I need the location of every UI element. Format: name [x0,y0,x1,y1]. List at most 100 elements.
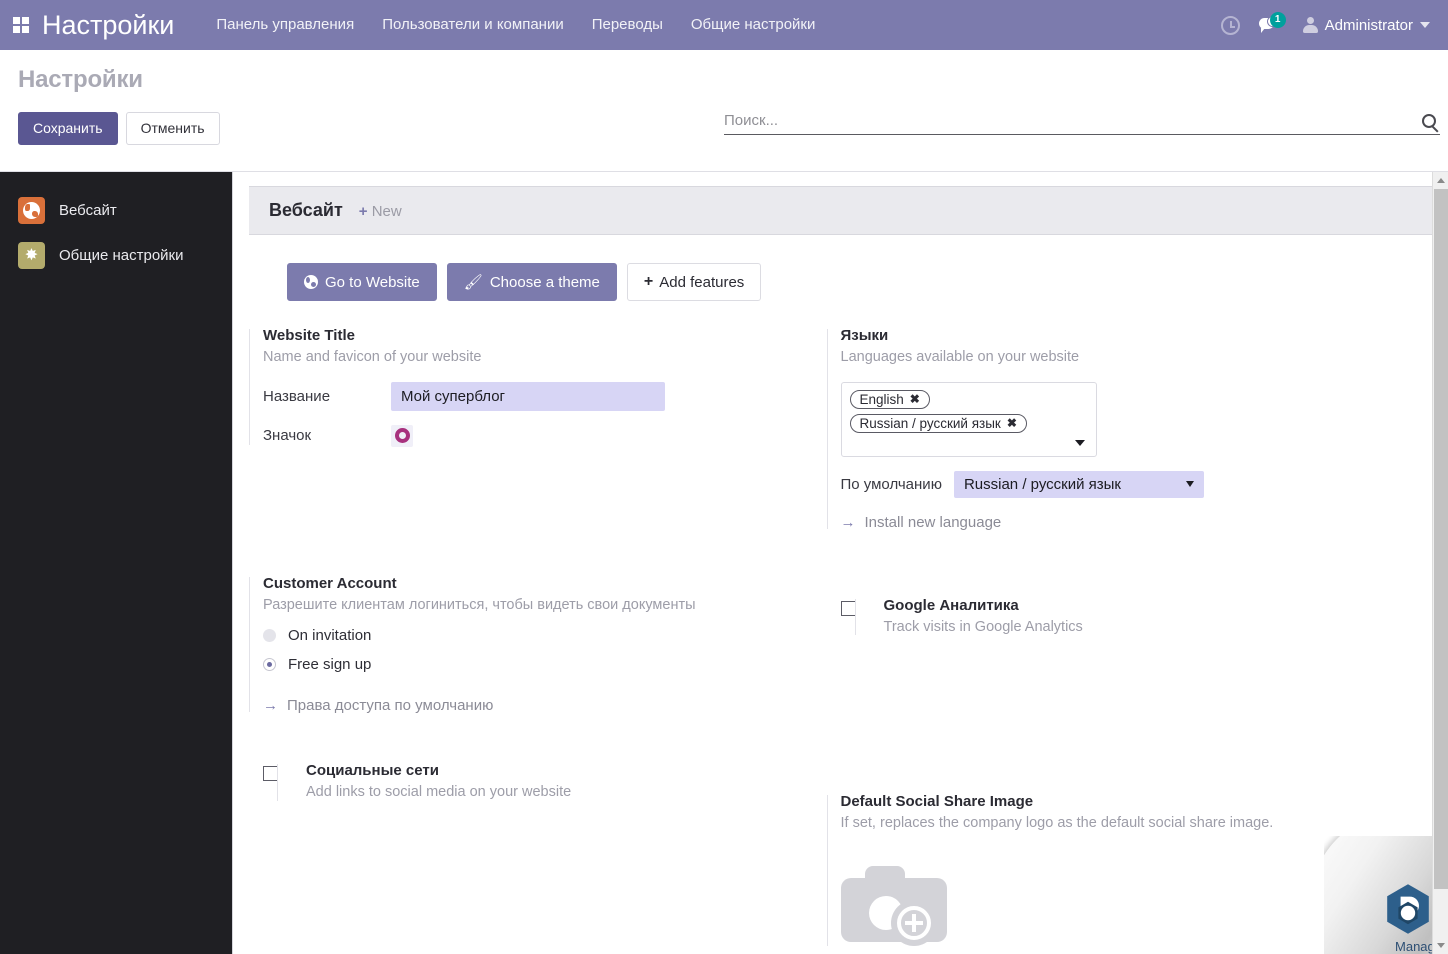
new-record-label: New [372,203,402,220]
sheet-title: Вебсайт [269,200,343,221]
block-title: Default Social Share Image [841,793,1405,810]
add-features-button[interactable]: + Add features [627,263,761,301]
website-name-label: Название [263,388,391,405]
messaging-menu-button[interactable]: 1 [1253,0,1289,50]
choose-theme-button[interactable]: 🖌 Choose a theme [447,263,617,301]
activity-menu-button[interactable] [1213,0,1249,50]
search-input[interactable] [724,112,1422,129]
website-title-block: Website Title Name and favicon of your w… [249,327,817,447]
sidebar-item-general-settings[interactable]: ✸ Общие настройки [0,233,232,278]
settings-column-right: Языки Languages available on your websit… [827,327,1405,954]
language-tag-english[interactable]: English ✖ [850,390,930,409]
social-share-image-upload[interactable] [841,860,951,948]
radio-label: On invitation [288,627,371,644]
language-tag-label: Russian / русский язык [860,416,1001,431]
block-divider [855,599,856,636]
content-scrollbar[interactable] [1432,172,1448,954]
app-brand-title[interactable]: Настройки [42,10,202,41]
paintbrush-icon: 🖌 [464,273,483,291]
social-networks-checkbox[interactable] [263,766,278,781]
close-icon[interactable]: ✖ [910,392,920,406]
sidebar-item-label: Общие настройки [59,247,184,264]
scroll-down-button[interactable] [1433,937,1448,954]
install-language-link[interactable]: → Install new language [841,514,1405,531]
go-to-website-label: Go to Website [325,274,420,291]
language-tag-russian[interactable]: Russian / русский язык ✖ [850,414,1027,433]
save-button[interactable]: Сохранить [18,112,118,145]
search-icon[interactable] [1422,114,1436,128]
apps-grid-icon [13,17,29,33]
choose-theme-label: Choose a theme [490,274,600,291]
settings-grid: Website Title Name and favicon of your w… [249,327,1404,954]
scroll-up-button[interactable] [1433,172,1448,189]
languages-block: Языки Languages available on your websit… [827,327,1405,531]
nav-item-dashboard[interactable]: Панель управления [202,0,368,50]
radio-on-invitation[interactable] [263,629,276,642]
sidebar-item-website[interactable]: Вебсайт [0,188,232,233]
favicon-row: Значок [263,425,817,447]
google-analytics-block: Google Аналитика Track visits in Google … [827,597,1405,638]
top-navbar: Настройки Панель управления Пользователи… [0,0,1448,50]
languages-tags-input[interactable]: English ✖ Russian / русский язык ✖ [841,382,1097,457]
radio-free-sign-up[interactable] [263,658,276,671]
block-divider [827,329,828,529]
block-description: Name and favicon of your website [263,348,817,368]
default-language-label: По умолчанию [841,476,942,493]
settings-sidebar: Вебсайт ✸ Общие настройки [0,172,232,954]
website-name-input[interactable] [391,382,665,411]
globe-icon [18,197,45,224]
message-count-badge: 1 [1270,12,1286,28]
scrollbar-thumb[interactable] [1434,189,1448,889]
search-view [724,112,1440,135]
plus-icon: + [644,273,653,291]
go-to-website-button[interactable]: Go to Website [287,263,437,301]
block-divider [827,795,828,946]
social-networks-block: Социальные сети Add links to social medi… [249,762,817,803]
page-title: Настройки [18,66,1430,94]
block-divider [249,577,250,713]
user-menu-button[interactable]: Administrator [1293,17,1438,34]
settings-content: Вебсайт + New Go to Website 🖌 Choose a t… [232,172,1448,954]
block-divider [249,329,250,445]
nav-item-general-settings[interactable]: Общие настройки [677,0,830,50]
google-analytics-checkbox[interactable] [841,601,856,616]
chevron-down-icon[interactable] [1075,440,1085,446]
default-language-select[interactable]: Russian / русский язык [954,471,1204,498]
social-share-image-block: Default Social Share Image If set, repla… [827,793,1405,948]
user-avatar-icon [1303,17,1318,33]
customer-account-option-on-invitation[interactable]: On invitation [263,627,817,644]
default-language-value: Russian / русский язык [964,476,1121,493]
chevron-down-icon [1420,22,1430,28]
sidebar-item-label: Вебсайт [59,202,117,219]
plus-icon: + [359,203,368,220]
block-description: Разрешите клиентам логиниться, чтобы вид… [263,596,817,616]
favicon-upload-button[interactable] [391,425,413,447]
block-title: Customer Account [263,575,817,592]
arrow-right-icon: → [841,514,856,531]
navbar-right-tools: 1 Administrator [1213,0,1438,50]
block-title: Социальные сети [306,762,817,779]
default-access-rights-link[interactable]: → Права доступа по умолчанию [263,697,817,714]
globe-icon [304,275,318,289]
block-title: Website Title [263,327,817,344]
block-title: Языки [841,327,1405,344]
add-features-label: Add features [659,274,744,291]
block-description: Track visits in Google Analytics [884,618,1405,638]
install-language-label: Install new language [865,514,1002,531]
nav-item-users-companies[interactable]: Пользователи и компании [368,0,578,50]
default-access-rights-label: Права доступа по умолчанию [287,697,493,714]
chevron-down-icon [1186,481,1194,487]
customer-account-block: Customer Account Разрешите клиентам логи… [249,575,817,715]
block-description: Languages available on your website [841,348,1405,368]
language-tag-label: English [860,392,904,407]
apps-menu-toggle[interactable] [0,0,42,50]
website-action-buttons: Go to Website 🖌 Choose a theme + Add fea… [287,263,1404,301]
customer-account-option-free-signup[interactable]: Free sign up [263,656,817,673]
chat-bubbles-icon: 1 [1259,16,1283,34]
close-icon[interactable]: ✖ [1007,416,1017,430]
gear-icon: ✸ [18,242,45,269]
discard-button[interactable]: Отменить [126,112,220,145]
new-record-button[interactable]: + New [359,203,402,220]
control-panel: Настройки Сохранить Отменить [0,50,1448,172]
nav-item-translations[interactable]: Переводы [578,0,677,50]
